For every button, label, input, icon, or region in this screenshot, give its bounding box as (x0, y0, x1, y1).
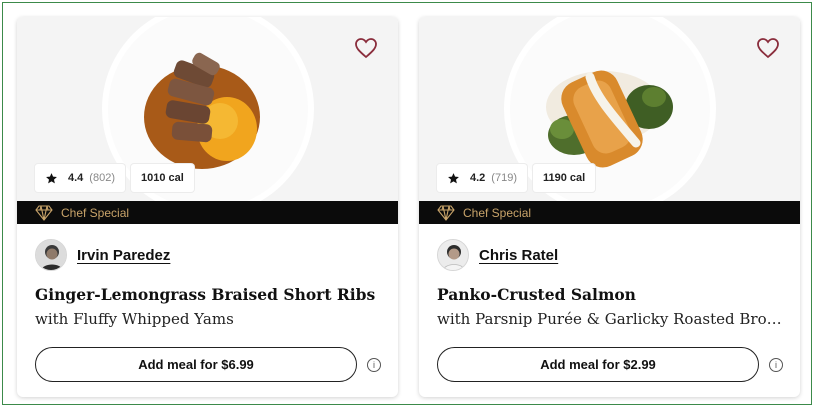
chef-info: Irvin Paredez (35, 239, 170, 271)
badge-label: Chef Special (463, 205, 532, 220)
calorie-value: 1010 cal (140, 172, 184, 184)
review-count: (719) (491, 172, 517, 184)
rating-chip: 4.2 (719) (437, 164, 527, 192)
rating-value: 4.4 (68, 172, 84, 184)
meal-photo: 4.2 (719) 1190 cal (419, 17, 800, 201)
rating-chip: 4.4 (802) (35, 164, 125, 192)
avatar (437, 239, 469, 271)
calorie-chip: 1010 cal (130, 164, 194, 192)
heart-outline-icon[interactable] (756, 37, 780, 59)
review-count: (802) (89, 172, 115, 184)
star-icon (448, 172, 459, 183)
meal-subtitle: with Fluffy Whipped Yams (35, 310, 234, 328)
meal-subtitle: with Parsnip Purée & Garlicky Roasted Br… (437, 310, 787, 328)
chef-name-link[interactable]: Irvin Paredez (77, 247, 170, 264)
heart-outline-icon[interactable] (354, 37, 378, 59)
rating-value: 4.2 (470, 172, 486, 184)
calorie-value: 1190 cal (542, 172, 586, 184)
page-frame: 4.4 (802) 1010 cal Chef Special Irvin Pa… (2, 2, 812, 405)
chef-name-link[interactable]: Chris Ratel (479, 247, 558, 264)
add-meal-button[interactable]: Add meal for $2.99 (437, 347, 759, 382)
meal-title: Ginger-Lemongrass Braised Short Ribs (35, 285, 376, 304)
diamond-icon (437, 204, 455, 221)
add-meal-button[interactable]: Add meal for $6.99 (35, 347, 357, 382)
calorie-chip: 1190 cal (532, 164, 596, 192)
avatar (35, 239, 67, 271)
chef-special-banner: Chef Special (17, 201, 398, 224)
chef-special-banner: Chef Special (419, 201, 800, 224)
meal-card[interactable]: 4.4 (802) 1010 cal Chef Special Irvin Pa… (17, 17, 398, 397)
chef-info: Chris Ratel (437, 239, 558, 271)
meal-card[interactable]: 4.2 (719) 1190 cal Chef Special Chris Ra… (419, 17, 800, 397)
info-icon[interactable]: i (769, 358, 783, 372)
meal-title: Panko-Crusted Salmon (437, 285, 636, 304)
star-icon (46, 172, 57, 183)
info-icon[interactable]: i (367, 358, 381, 372)
meal-photo: 4.4 (802) 1010 cal (17, 17, 398, 201)
diamond-icon (35, 204, 53, 221)
badge-label: Chef Special (61, 205, 130, 220)
